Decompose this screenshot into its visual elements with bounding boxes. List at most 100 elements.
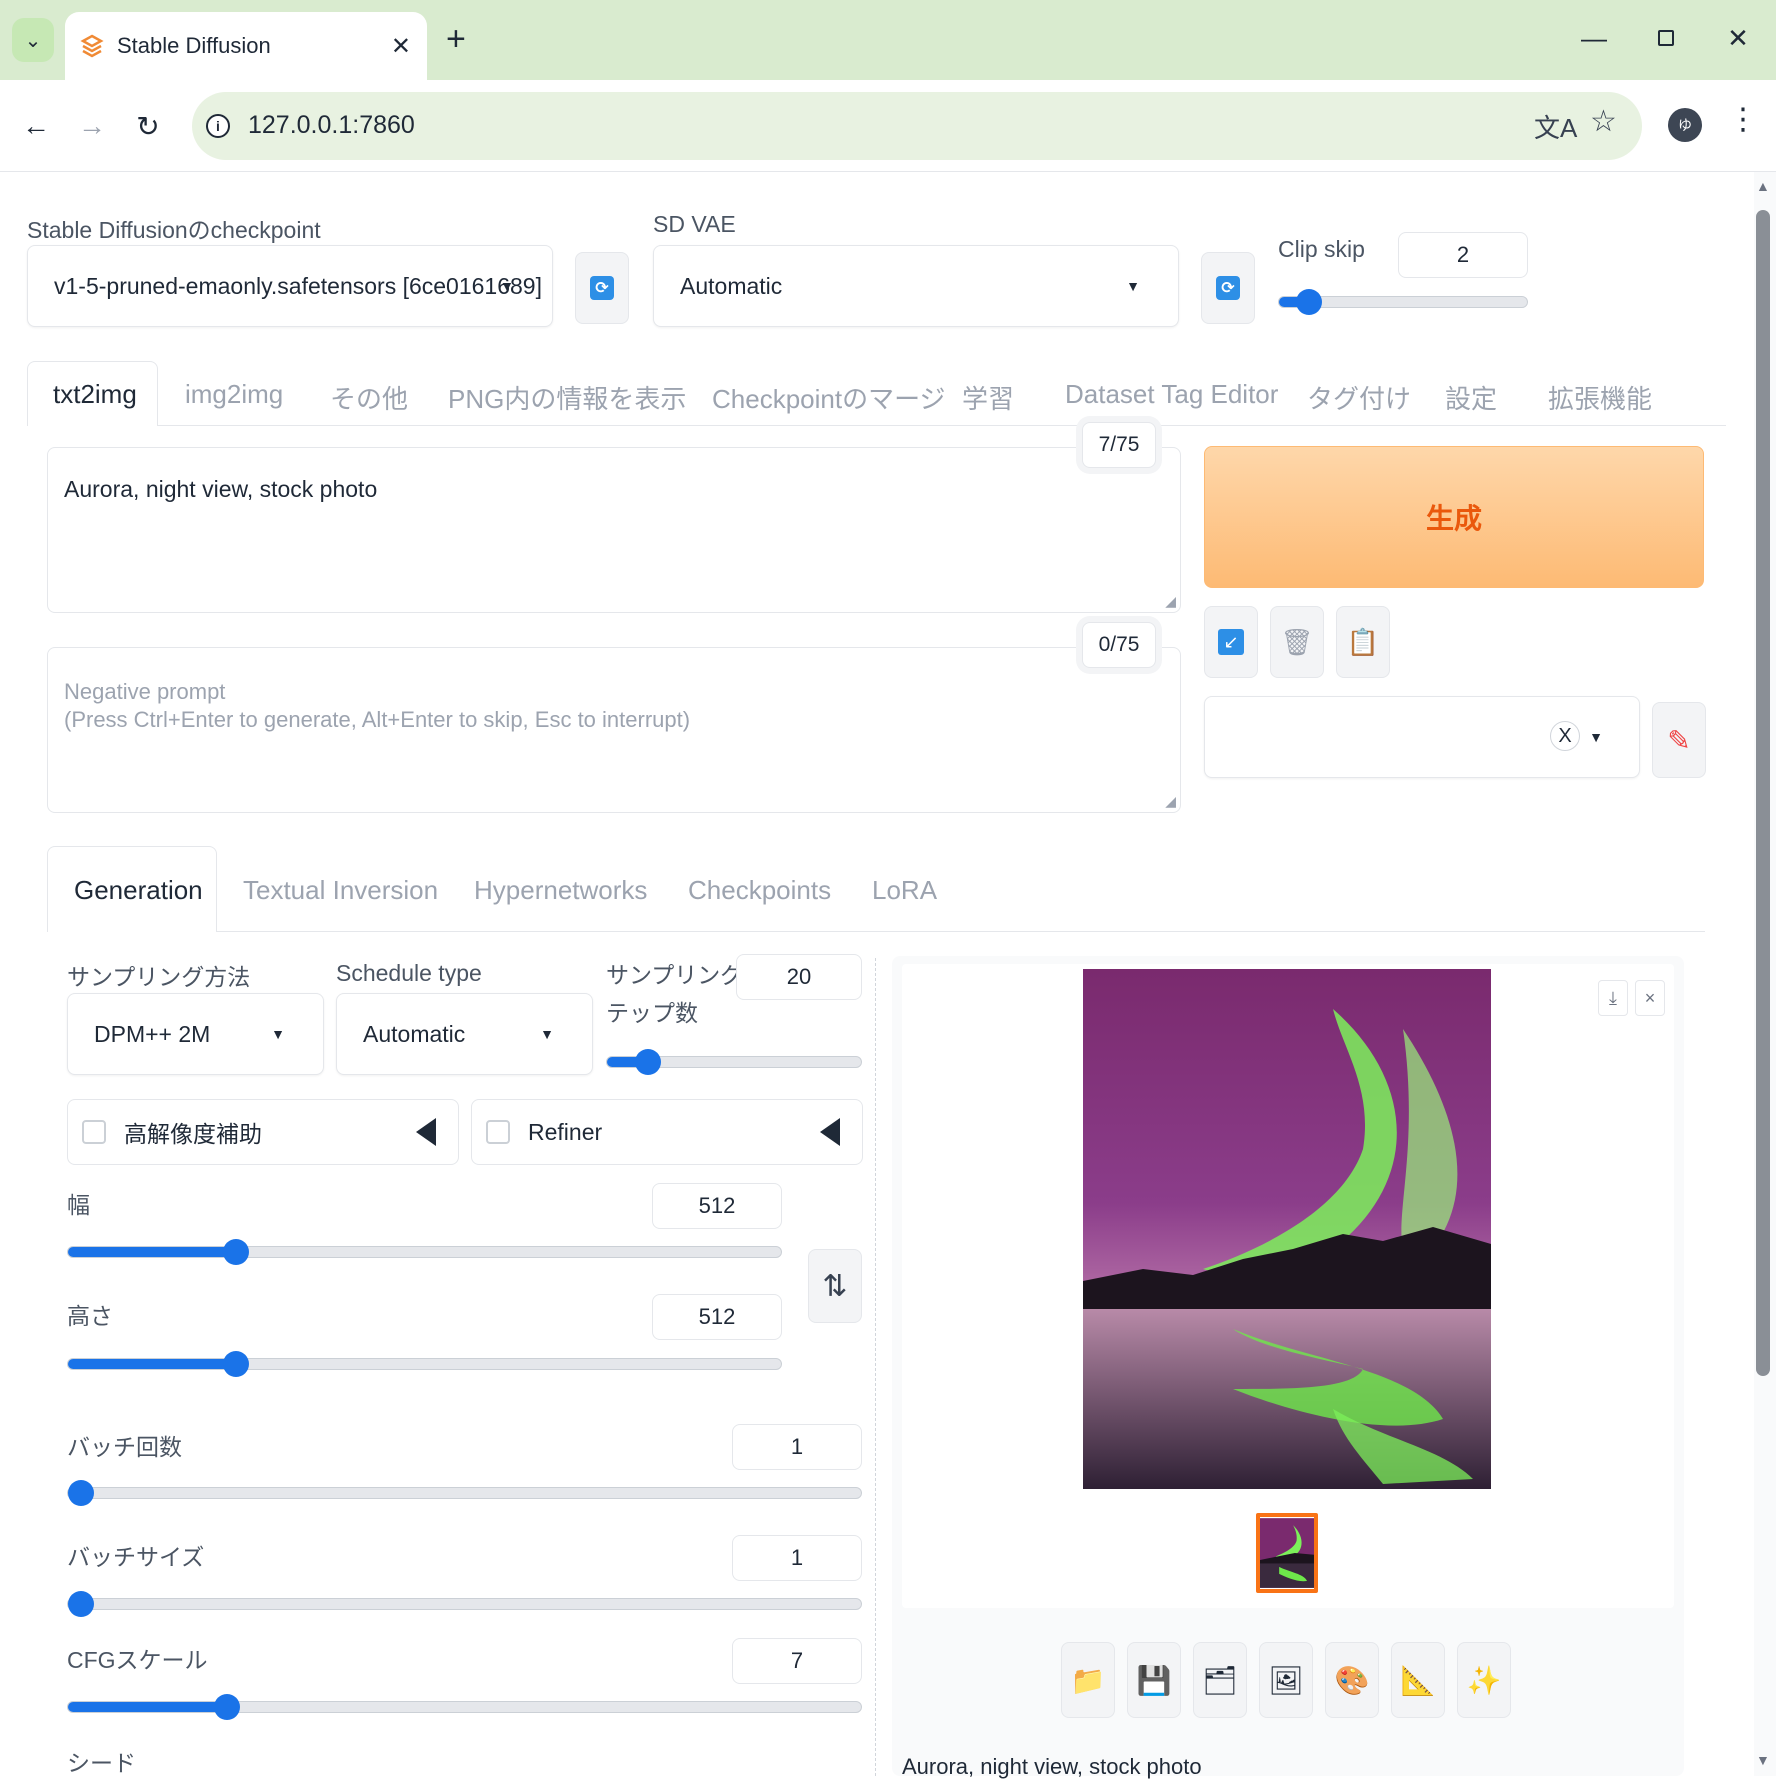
tab-txt2img[interactable]: txt2img bbox=[53, 379, 137, 410]
height-input[interactable]: 512 bbox=[652, 1294, 782, 1340]
refiner-checkbox[interactable] bbox=[486, 1120, 510, 1144]
width-input[interactable]: 512 bbox=[652, 1183, 782, 1229]
back-arrow-icon[interactable]: ← bbox=[14, 104, 58, 148]
profile-avatar[interactable]: ゆ bbox=[1668, 108, 1702, 142]
checkpoint-value: v1-5-pruned-emaonly.safetensors [6ce0161… bbox=[54, 272, 542, 299]
browser-tab[interactable]: Stable Diffusion ✕ bbox=[65, 12, 427, 80]
collapse-triangle-icon[interactable] bbox=[820, 1118, 840, 1146]
generated-aurora-image[interactable] bbox=[1083, 969, 1491, 1489]
slider-thumb[interactable] bbox=[68, 1591, 94, 1617]
vae-value: Automatic bbox=[680, 272, 783, 299]
tab-search-chevron-icon[interactable]: ⌄ bbox=[12, 18, 54, 62]
swap-dimensions-button[interactable]: ⇅ bbox=[808, 1249, 862, 1323]
reload-icon[interactable]: ↻ bbox=[126, 104, 170, 148]
slider-thumb[interactable] bbox=[213, 1694, 240, 1720]
translate-icon[interactable]: 文A bbox=[1534, 108, 1577, 145]
sampling-steps-input[interactable]: 20 bbox=[736, 954, 862, 1000]
bookmark-star-icon[interactable]: ☆ bbox=[1590, 104, 1617, 139]
read-params-button[interactable]: ↙ bbox=[1204, 606, 1258, 678]
width-label: 幅 bbox=[67, 1192, 90, 1218]
open-folder-button[interactable]: 📁 bbox=[1061, 1642, 1115, 1718]
prompt-textarea[interactable]: Aurora, night view, stock photo ◢ bbox=[47, 447, 1181, 613]
clear-prompt-button[interactable]: 🗑 bbox=[1270, 606, 1324, 678]
save-zip-button[interactable]: 🗂 bbox=[1193, 1642, 1247, 1718]
tab-png-info[interactable]: PNG内の情報を表示 bbox=[448, 379, 686, 416]
subtab-hypernetworks[interactable]: Hypernetworks bbox=[474, 875, 647, 906]
palette-icon: 🎨 bbox=[1334, 1664, 1370, 1696]
chevron-down-icon[interactable]: ▼ bbox=[1589, 729, 1603, 745]
subtab-lora[interactable]: LoRA bbox=[872, 875, 937, 906]
refresh-vae-button[interactable]: ⟳ bbox=[1201, 252, 1255, 324]
slider-thumb[interactable] bbox=[222, 1239, 249, 1265]
window-close-icon[interactable]: ✕ bbox=[1718, 18, 1758, 58]
floppy-disk-icon: 💾 bbox=[1136, 1664, 1172, 1696]
checkpoint-dropdown[interactable]: v1-5-pruned-emaonly.safetensors [6ce0161… bbox=[27, 245, 553, 327]
vae-dropdown[interactable]: Automatic ▼ bbox=[653, 245, 1179, 327]
clip-skip-input[interactable]: 2 bbox=[1398, 232, 1528, 278]
height-slider[interactable] bbox=[67, 1351, 782, 1377]
tab-img2img[interactable]: img2img bbox=[185, 379, 283, 410]
forward-arrow-icon[interactable]: → bbox=[70, 104, 114, 148]
subtab-textual-inversion[interactable]: Textual Inversion bbox=[243, 875, 438, 906]
browser-menu-icon[interactable]: ⋮ bbox=[1728, 102, 1758, 137]
batch-size-input[interactable]: 1 bbox=[732, 1535, 862, 1581]
tab-checkpoint-merger[interactable]: Checkpointのマージ bbox=[712, 379, 946, 416]
batch-size-slider[interactable] bbox=[67, 1591, 862, 1617]
gallery-thumbnail[interactable] bbox=[1256, 1513, 1318, 1593]
slider-thumb[interactable] bbox=[222, 1351, 249, 1377]
subtab-checkpoints[interactable]: Checkpoints bbox=[688, 875, 831, 906]
vae-label: SD VAE bbox=[653, 211, 736, 237]
schedule-type-dropdown[interactable]: Automatic ▼ bbox=[336, 993, 593, 1075]
scrollbar-thumb[interactable] bbox=[1756, 210, 1770, 1376]
close-preview-icon[interactable]: × bbox=[1635, 980, 1665, 1016]
tab-extensions[interactable]: 拡張機能 bbox=[1548, 379, 1652, 416]
clear-style-icon[interactable]: X bbox=[1550, 721, 1580, 751]
clip-skip-slider[interactable] bbox=[1278, 289, 1528, 315]
tab-settings[interactable]: 設定 bbox=[1445, 379, 1497, 416]
save-button[interactable]: 💾 bbox=[1127, 1642, 1181, 1718]
sparkles-icon: ✨ bbox=[1466, 1664, 1502, 1696]
subtab-generation[interactable]: Generation bbox=[74, 875, 203, 906]
site-info-icon[interactable]: i bbox=[206, 114, 230, 138]
scroll-up-icon[interactable]: ▲ bbox=[1756, 178, 1770, 194]
tab-tagger[interactable]: タグ付け bbox=[1307, 379, 1411, 416]
styles-dropdown[interactable]: X ▼ bbox=[1204, 696, 1640, 778]
tab-extras[interactable]: その他 bbox=[330, 379, 408, 416]
maximize-icon[interactable] bbox=[1646, 18, 1686, 58]
address-bar[interactable]: i 127.0.0.1:7860 文A ☆ bbox=[192, 92, 1642, 160]
slider-thumb[interactable] bbox=[68, 1480, 94, 1506]
arrow-down-left-icon: ↙ bbox=[1218, 629, 1244, 655]
tab-dataset-tag-editor[interactable]: Dataset Tag Editor bbox=[1065, 379, 1278, 410]
batch-count-input[interactable]: 1 bbox=[732, 1424, 862, 1470]
collapse-triangle-icon[interactable] bbox=[416, 1118, 436, 1146]
width-slider[interactable] bbox=[67, 1239, 782, 1265]
height-label: 高さ bbox=[67, 1303, 113, 1329]
scroll-down-icon[interactable]: ▼ bbox=[1756, 1752, 1770, 1768]
cfg-scale-input[interactable]: 7 bbox=[732, 1638, 862, 1684]
send-to-img2img-button[interactable]: 🖼 bbox=[1259, 1642, 1313, 1718]
send-to-extras-button[interactable]: 📐 bbox=[1391, 1642, 1445, 1718]
upscale-button[interactable]: ✨ bbox=[1457, 1642, 1511, 1718]
negative-prompt-textarea[interactable]: Negative prompt (Press Ctrl+Enter to gen… bbox=[47, 647, 1181, 813]
sampling-steps-slider[interactable] bbox=[606, 1049, 862, 1075]
hires-fix-accordion[interactable]: 高解像度補助 bbox=[67, 1099, 459, 1165]
batch-count-slider[interactable] bbox=[67, 1480, 862, 1506]
sampler-dropdown[interactable]: DPM++ 2M ▼ bbox=[67, 993, 324, 1075]
send-to-inpaint-button[interactable]: 🎨 bbox=[1325, 1642, 1379, 1718]
tab-train[interactable]: 学習 bbox=[962, 379, 1014, 416]
refresh-checkpoint-button[interactable]: ⟳ bbox=[575, 252, 629, 324]
slider-thumb[interactable] bbox=[634, 1049, 661, 1075]
minimize-icon[interactable]: — bbox=[1574, 18, 1614, 58]
download-icon[interactable]: ⤓ bbox=[1598, 980, 1628, 1016]
resize-handle-icon[interactable]: ◢ bbox=[1165, 793, 1176, 810]
hires-fix-checkbox[interactable] bbox=[82, 1120, 106, 1144]
new-tab-plus-icon[interactable]: + bbox=[446, 20, 466, 59]
edit-styles-button[interactable]: ✎ bbox=[1652, 702, 1706, 778]
resize-handle-icon[interactable]: ◢ bbox=[1165, 593, 1176, 610]
apply-style-button[interactable]: 📋 bbox=[1336, 606, 1390, 678]
slider-thumb[interactable] bbox=[1295, 289, 1322, 315]
generate-button[interactable]: 生成 bbox=[1204, 446, 1704, 588]
close-tab-icon[interactable]: ✕ bbox=[391, 32, 411, 61]
refiner-accordion[interactable]: Refiner bbox=[471, 1099, 863, 1165]
cfg-scale-slider[interactable] bbox=[67, 1694, 862, 1720]
